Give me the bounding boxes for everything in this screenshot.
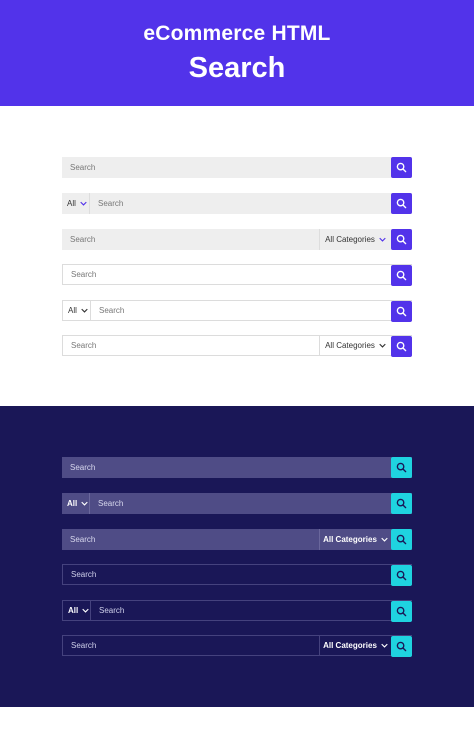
- chevron-down-icon: [379, 343, 386, 348]
- select-label: All Categories: [325, 341, 375, 350]
- search-input[interactable]: Search: [63, 336, 319, 355]
- search-button[interactable]: [391, 336, 412, 357]
- search-button[interactable]: [391, 636, 412, 657]
- search-bar-light-outline: Search: [62, 264, 412, 286]
- select-label: All: [67, 499, 78, 508]
- category-select[interactable]: All Categories: [319, 229, 391, 250]
- chevron-down-icon: [80, 201, 87, 206]
- search-button[interactable]: [391, 193, 412, 214]
- search-icon: [396, 498, 407, 509]
- select-label: All Categories: [323, 535, 377, 544]
- search-icon: [396, 462, 407, 473]
- select-label: All: [68, 306, 77, 315]
- select-label: All Categories: [325, 235, 375, 244]
- search-icon: [396, 270, 407, 281]
- category-select[interactable]: All: [63, 301, 91, 320]
- search-icon: [396, 641, 407, 652]
- search-input[interactable]: Search: [62, 157, 391, 178]
- search-bar-dark-filled-categories: Search All Categories: [62, 529, 412, 550]
- search-bar-dark-filled-all: All Search: [62, 493, 412, 514]
- chevron-down-icon: [81, 308, 88, 313]
- page-header: eCommerce HTML Search: [0, 0, 474, 106]
- category-select[interactable]: All: [63, 601, 91, 620]
- footer-space: [0, 707, 474, 741]
- search-button[interactable]: [391, 457, 412, 478]
- search-button[interactable]: [391, 157, 412, 178]
- search-button[interactable]: [391, 565, 412, 586]
- search-button[interactable]: [391, 301, 412, 322]
- search-input[interactable]: Search: [63, 636, 319, 655]
- search-icon: [396, 306, 407, 317]
- search-input[interactable]: Search: [62, 457, 391, 478]
- search-bar-light-outline-all: All Search: [62, 300, 412, 322]
- search-button[interactable]: [391, 265, 412, 286]
- search-bar-dark-filled: Search: [62, 457, 412, 478]
- search-button[interactable]: [391, 229, 412, 250]
- search-bar-light-outline-categories: Search All Categories: [62, 335, 412, 357]
- search-icon: [396, 341, 407, 352]
- search-icon: [396, 606, 407, 617]
- search-input[interactable]: Search: [91, 301, 391, 320]
- dark-section: [0, 406, 474, 707]
- category-select[interactable]: All Categories: [319, 336, 391, 355]
- search-input[interactable]: Search: [63, 265, 391, 284]
- light-section: [0, 106, 474, 406]
- select-label: All Categories: [323, 641, 377, 650]
- chevron-down-icon: [81, 501, 88, 506]
- search-input[interactable]: Search: [62, 229, 319, 250]
- header-subtitle: Search: [188, 52, 286, 84]
- search-bar-dark-outline-all: All Search: [62, 600, 412, 622]
- search-bar-dark-outline-categories: Search All Categories: [62, 635, 412, 657]
- select-label: All: [67, 199, 76, 208]
- search-button[interactable]: [391, 493, 412, 514]
- search-icon: [396, 162, 407, 173]
- category-select[interactable]: All Categories: [319, 636, 391, 655]
- search-icon: [396, 198, 407, 209]
- search-icon: [396, 234, 407, 245]
- search-button[interactable]: [391, 529, 412, 550]
- search-input[interactable]: Search: [90, 493, 391, 514]
- select-label: All: [68, 606, 79, 615]
- search-bar-light-filled-categories: Search All Categories: [62, 229, 412, 250]
- search-input[interactable]: Search: [90, 193, 391, 214]
- category-select[interactable]: All Categories: [319, 529, 391, 550]
- search-icon: [396, 570, 407, 581]
- search-button[interactable]: [391, 601, 412, 622]
- header-title: eCommerce HTML: [143, 22, 331, 45]
- search-input[interactable]: Search: [62, 529, 319, 550]
- search-input[interactable]: Search: [63, 565, 391, 584]
- search-bar-light-filled-all: All Search: [62, 193, 412, 214]
- chevron-down-icon: [381, 643, 388, 648]
- search-bar-light-filled: Search: [62, 157, 412, 178]
- category-select[interactable]: All: [62, 493, 90, 514]
- chevron-down-icon: [379, 237, 386, 242]
- search-input[interactable]: Search: [91, 601, 391, 620]
- chevron-down-icon: [82, 608, 89, 613]
- chevron-down-icon: [381, 537, 388, 542]
- category-select[interactable]: All: [62, 193, 90, 214]
- search-bar-dark-outline: Search: [62, 564, 412, 586]
- search-icon: [396, 534, 407, 545]
